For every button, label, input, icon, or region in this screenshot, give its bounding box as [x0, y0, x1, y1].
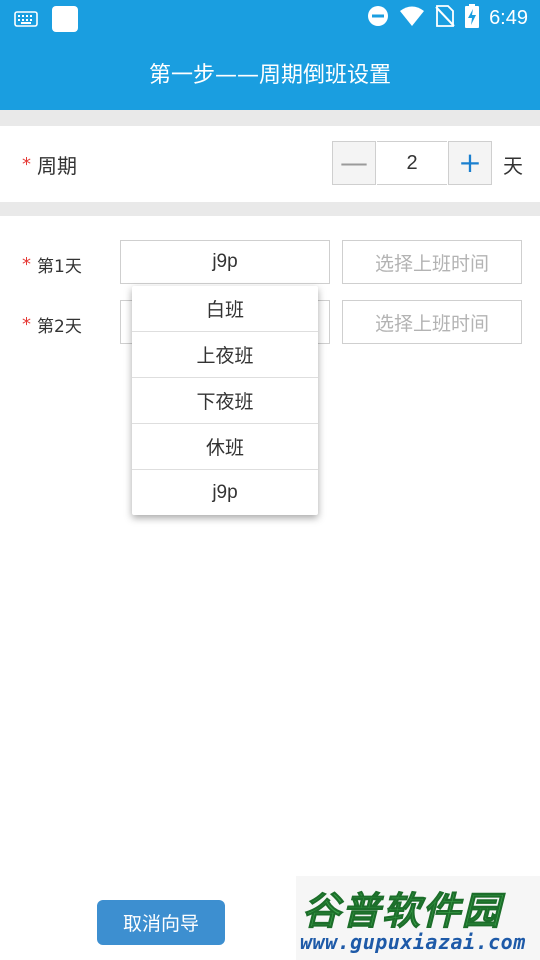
- status-time: 6:49: [489, 6, 528, 29]
- required-mark: *: [22, 254, 31, 275]
- watermark-title: 谷普软件园: [301, 889, 503, 934]
- increment-button[interactable]: +: [448, 141, 492, 185]
- required-mark: *: [22, 154, 31, 175]
- cycle-value-input[interactable]: [377, 141, 447, 185]
- day-label-text: 第1天: [37, 257, 82, 277]
- work-time-select[interactable]: 选择上班时间: [342, 300, 522, 344]
- required-mark: *: [22, 314, 31, 335]
- dropdown-option[interactable]: 白班: [132, 286, 318, 332]
- watermark-url: www.gupuxiazai.com: [300, 930, 526, 954]
- app-square-icon: [52, 6, 78, 36]
- day-label: * 第1天: [22, 252, 82, 277]
- dropdown-option[interactable]: 下夜班: [132, 378, 318, 424]
- cycle-label: * 周期: [22, 150, 77, 179]
- dropdown-option[interactable]: j9p: [132, 470, 318, 515]
- status-bar: 6:49: [0, 0, 540, 36]
- cycle-stepper: — +: [332, 141, 492, 185]
- section-divider: [0, 202, 540, 216]
- day-label-text: 第2天: [37, 317, 82, 337]
- shift-select[interactable]: j9p: [120, 240, 330, 284]
- cycle-unit: 天: [503, 154, 523, 178]
- dropdown-option[interactable]: 休班: [132, 424, 318, 470]
- dropdown-option[interactable]: 上夜班: [132, 332, 318, 378]
- work-time-select[interactable]: 选择上班时间: [342, 240, 522, 284]
- page-title: 第一步——周期倒班设置: [148, 63, 391, 88]
- shift-dropdown: 白班 上夜班 下夜班 休班 j9p: [132, 286, 318, 515]
- cancel-wizard-button[interactable]: 取消向导: [97, 900, 225, 945]
- section-divider: [0, 110, 540, 126]
- cycle-label-text: 周期: [37, 154, 77, 178]
- day-label: * 第2天: [22, 312, 82, 337]
- keyboard-icon: [14, 11, 38, 31]
- battery-charging-icon: [465, 4, 480, 32]
- wifi-icon: [399, 5, 425, 31]
- no-sim-icon: [435, 4, 455, 32]
- decrement-button[interactable]: —: [332, 141, 376, 185]
- do-not-disturb-icon: [367, 5, 389, 31]
- day-row: * 第1天 j9p 选择上班时间: [0, 240, 540, 286]
- watermark: 谷普软件园 www.gupuxiazai.com: [296, 876, 540, 960]
- app-bar: 第一步——周期倒班设置: [0, 36, 540, 110]
